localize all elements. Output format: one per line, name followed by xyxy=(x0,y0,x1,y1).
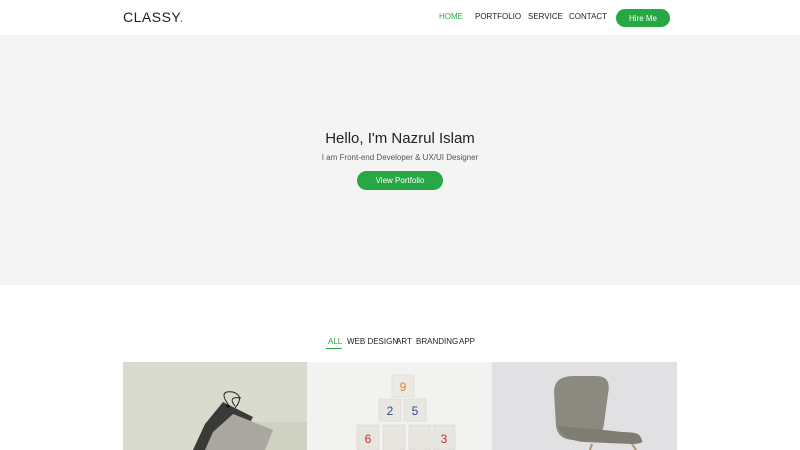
cube-number-bottom-right: 3 xyxy=(441,432,448,446)
portfolio-grid: 9 2 5 6 3 xyxy=(123,362,677,450)
cube-number-bottom-left: 6 xyxy=(365,432,372,446)
filter-art[interactable]: ART xyxy=(396,337,412,346)
filter-app[interactable]: APP xyxy=(459,337,475,346)
hire-me-button[interactable]: Hire Me xyxy=(616,9,670,27)
active-filter-underline xyxy=(326,348,342,349)
cube-number-mid-left: 2 xyxy=(387,404,394,418)
nav-home[interactable]: HOME xyxy=(439,12,463,21)
nav-contact[interactable]: CONTACT xyxy=(569,12,607,21)
filter-all[interactable]: ALL xyxy=(328,337,342,346)
main-nav: HOME PORTFOLIO SERVICE CONTACT xyxy=(0,12,800,26)
tags-image xyxy=(123,362,307,450)
hero-section: Hello, I'm Nazrul Islam I am Front-end D… xyxy=(0,35,800,285)
nav-service[interactable]: SERVICE xyxy=(528,12,563,21)
filter-branding[interactable]: BRANDING xyxy=(416,337,458,346)
portfolio-item-cubes[interactable]: 9 2 5 6 3 xyxy=(307,362,492,450)
portfolio-item-chair[interactable] xyxy=(492,362,677,450)
chair-image xyxy=(492,362,677,450)
filter-web-design[interactable]: WEB DESIGN xyxy=(347,337,398,346)
portfolio-filters: ALL WEB DESIGN ART BRANDING APP xyxy=(0,337,800,351)
nav-portfolio[interactable]: PORTFOLIO xyxy=(475,12,521,21)
site-header: CLASSY. HOME PORTFOLIO SERVICE CONTACT H… xyxy=(0,0,800,35)
cubes-image: 9 2 5 6 3 xyxy=(307,362,492,450)
hero-title: Hello, I'm Nazrul Islam xyxy=(325,130,475,147)
cube-number-mid-right: 5 xyxy=(412,404,419,418)
view-portfolio-button[interactable]: View Portfolio xyxy=(357,171,443,190)
hero-subtitle: I am Front-end Developer & UX/UI Designe… xyxy=(321,153,479,162)
portfolio-item-tags[interactable] xyxy=(123,362,307,450)
cube-number-top: 9 xyxy=(400,380,407,394)
